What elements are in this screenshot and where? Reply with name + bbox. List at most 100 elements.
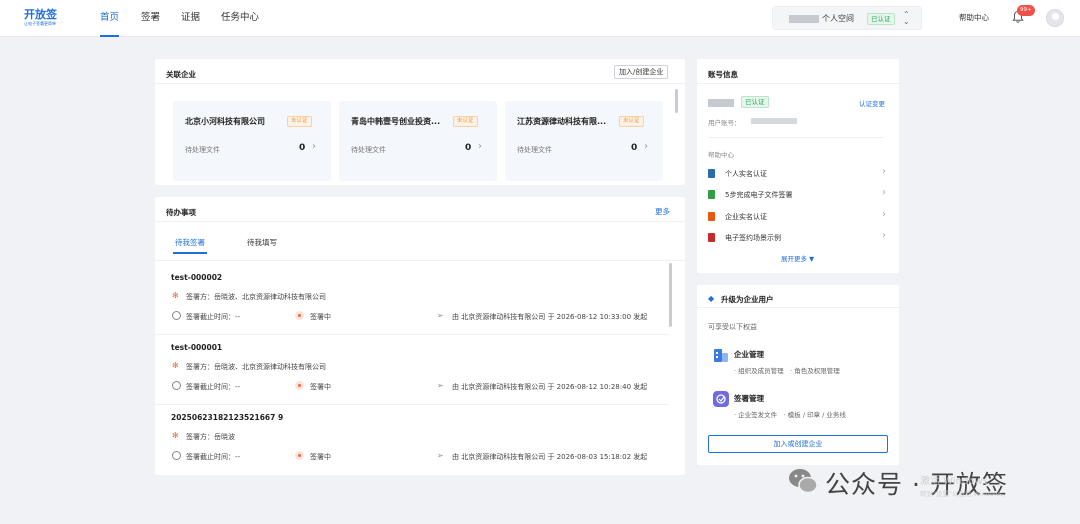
divider (697, 307, 899, 308)
divider (155, 260, 685, 261)
help-item[interactable]: 5步完成电子文件签署 › (708, 187, 886, 201)
card-title: 待办事项 (166, 208, 196, 217)
change-verification-link[interactable]: 认证变更 (859, 98, 885, 108)
help-item-label: 企业实名认证 (725, 213, 767, 221)
company-name: 江苏资源律动科技有限... (517, 117, 607, 126)
chevron-right-icon: › (312, 141, 316, 152)
benefits-subtitle: 可享受以下权益 (708, 323, 757, 331)
sender-info: 由 北京资源律动科技有限公司 于 2026-08-12 10:33:00 发起 (452, 313, 648, 321)
wechat-icon (789, 469, 818, 494)
signer-icon: ✻ (172, 431, 179, 440)
signer-icon: ✻ (172, 361, 179, 370)
send-icon: ➢ (437, 381, 444, 390)
document-name: test-000001 (171, 343, 223, 352)
book-icon (708, 190, 715, 199)
chevron-right-icon: › (882, 166, 886, 177)
unverified-badge: 未认证 (619, 116, 644, 127)
chevron-right-icon: › (882, 230, 886, 241)
help-item-label: 个人实名认证 (725, 170, 767, 178)
divider (708, 137, 884, 138)
space-name: 个人空间 (822, 14, 854, 23)
pending-files-label: 待处理文件 (185, 146, 220, 154)
document-row[interactable]: 20250623182123521667 9 ✻ 签署方：岳晓波 签署截止时间：… (155, 405, 669, 467)
document-row[interactable]: test-000002 ✻ 签署方：岳晓波、北京资源律动科技有限公司 签署截止时… (155, 265, 669, 335)
brand-logo[interactable]: 开放签 让电子签署更简单 (24, 8, 84, 27)
redacted-account (751, 118, 797, 124)
status-dot-icon (295, 381, 304, 390)
sender-info: 由 北京资源律动科技有限公司 于 2026-08-12 10:28:40 发起 (452, 383, 648, 391)
tab-evidence[interactable]: 证据 (181, 0, 200, 37)
tab-to-fill[interactable]: 待我填写 (247, 237, 277, 248)
building-icon (714, 349, 728, 362)
company-name: 青岛中韩壹号创业投资... (351, 117, 441, 126)
logo-text: 开放签 (24, 8, 57, 21)
pending-count: 0 (631, 143, 638, 153)
card-title: 升级为企业用户 (721, 295, 774, 304)
more-link[interactable]: 更多 (655, 206, 670, 217)
help-item[interactable]: 企业实名认证 › (708, 209, 886, 223)
tab-to-sign[interactable]: 待我签署 (175, 237, 205, 248)
expand-more-link[interactable]: 展开更多 ▼ (781, 253, 814, 263)
company-card[interactable]: 青岛中韩壹号创业投资... 未认证 待处理文件 0 › (339, 101, 497, 181)
document-row[interactable]: test-000001 ✻ 签署方：岳晓波、北京资源律动科技有限公司 签署截止时… (155, 335, 669, 405)
divider (155, 83, 685, 84)
status-text: 签署中 (310, 313, 331, 321)
help-center-label: 帮助中心 (708, 151, 734, 159)
switch-arrows-icon: ⌃ ⌄ (903, 10, 910, 26)
book-icon (708, 233, 715, 242)
divider (155, 221, 685, 222)
send-icon: ➢ (437, 451, 444, 460)
tab-sign[interactable]: 签署 (141, 0, 160, 37)
book-icon (708, 169, 715, 178)
help-item[interactable]: 个人实名认证 › (708, 166, 886, 180)
card-title: 关联企业 (166, 70, 196, 79)
join-create-company-button[interactable]: 加入/创建企业 (614, 65, 669, 79)
document-name: test-000002 (171, 273, 223, 282)
deadline: 签署截止时间：-- (186, 313, 241, 321)
card-title: 账号信息 (708, 70, 738, 79)
feature-title: 签署管理 (734, 394, 764, 403)
active-tab-indicator (173, 252, 207, 254)
company-name: 北京小河科技有限公司 (185, 117, 265, 126)
verified-badge: 已认证 (867, 13, 895, 25)
join-create-company-button[interactable]: 加入或创建企业 (708, 435, 888, 453)
help-item-label: 电子签约场景示例 (725, 234, 781, 242)
feature-desc: · 企业签发文件 · 模板 / 印章 / 业务线 (734, 411, 846, 419)
windows-activation-line1: 激活 Windows (920, 476, 988, 487)
space-switcher[interactable]: 个人空间 已认证 ⌃ ⌄ (772, 6, 922, 30)
status-text: 签署中 (310, 383, 331, 391)
user-avatar[interactable] (1046, 9, 1064, 27)
company-card[interactable]: 江苏资源律动科技有限... 未认证 待处理文件 0 › (505, 101, 663, 181)
scrollbar[interactable] (675, 89, 678, 113)
user-account-label: 用户账号： (708, 119, 741, 127)
diamond-icon: ◆ (708, 294, 715, 303)
sender-info: 由 北京资源律动科技有限公司 于 2026-08-03 15:18:02 发起 (452, 453, 648, 461)
unverified-badge: 未认证 (453, 116, 478, 127)
document-name: 20250623182123521667 9 (171, 413, 284, 422)
help-item[interactable]: 电子签约场景示例 › (708, 230, 886, 244)
pending-files-label: 待处理文件 (351, 146, 386, 154)
sign-manage-icon (713, 391, 729, 407)
help-center-link[interactable]: 帮助中心 (959, 12, 989, 23)
pending-count: 0 (299, 143, 306, 153)
feature-desc: · 组织及成员管理 · 角色及权限管理 (734, 367, 840, 375)
redacted-name (708, 99, 734, 107)
scrollbar[interactable] (669, 263, 672, 327)
status-dot-icon (295, 311, 304, 320)
divider (697, 83, 899, 84)
feature-title: 企业管理 (734, 350, 764, 359)
chevron-right-icon: › (478, 141, 482, 152)
related-companies-card: 关联企业 加入/创建企业 北京小河科技有限公司 未认证 待处理文件 0 › 青岛… (155, 59, 685, 185)
tab-task-center[interactable]: 任务中心 (221, 0, 259, 37)
tab-home[interactable]: 首页 (100, 0, 120, 37)
signers: 签署方：岳晓波 (186, 433, 235, 441)
unverified-badge: 未认证 (287, 116, 312, 127)
upgrade-card: ◆ 升级为企业用户 可享受以下权益 企业管理 · 组织及成员管理 · 角色及权限… (697, 285, 899, 465)
status-dot-icon (295, 451, 304, 460)
company-card[interactable]: 北京小河科技有限公司 未认证 待处理文件 0 › (173, 101, 331, 181)
notification-badge: 99+ (1017, 5, 1035, 16)
send-icon: ➢ (437, 311, 444, 320)
windows-activation-line2: 转到"设置"以激活 Windows。 (920, 490, 1010, 498)
clock-icon (172, 311, 181, 320)
account-info-card: 账号信息 已认证 认证变更 用户账号： 帮助中心 个人实名认证 › 5步完成电子… (697, 59, 899, 273)
